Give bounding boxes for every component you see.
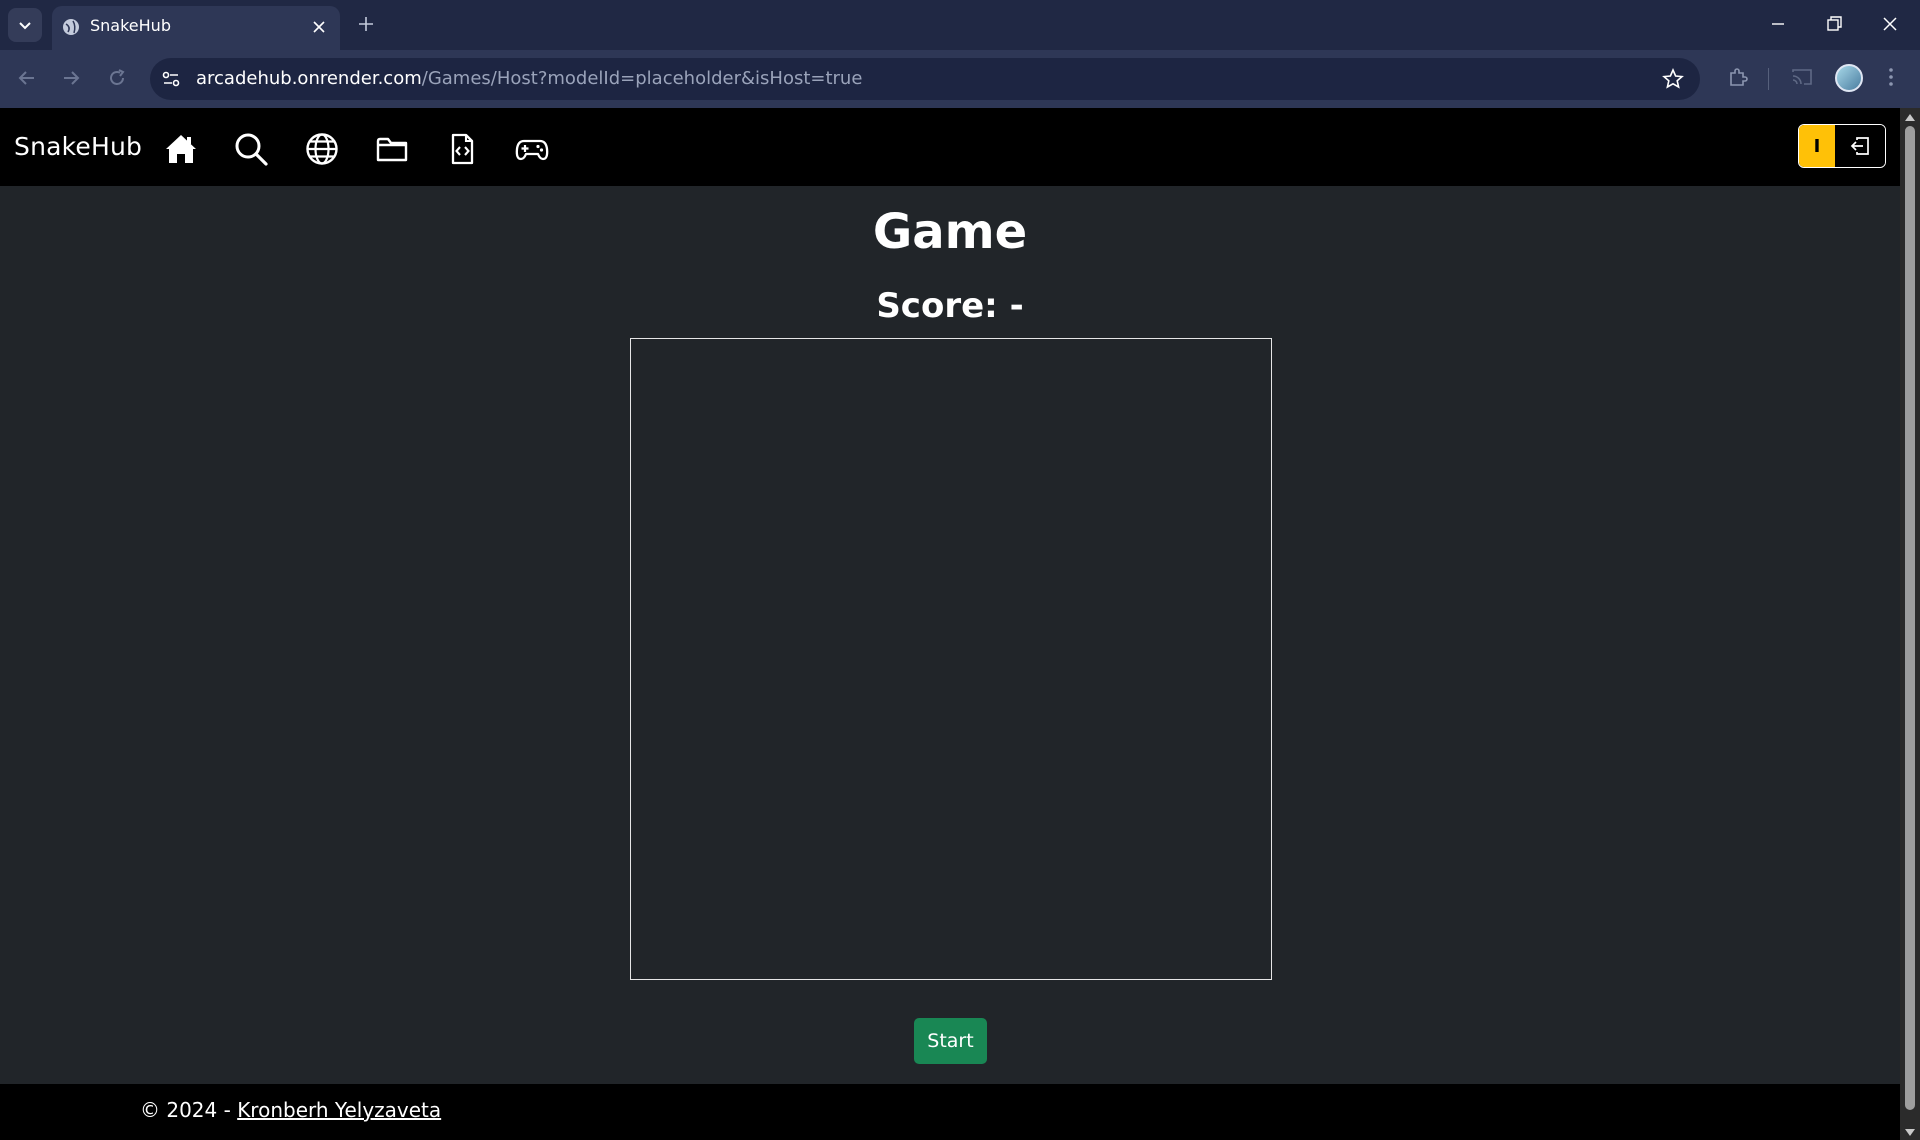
code-file-icon[interactable] bbox=[445, 132, 479, 166]
browser-tab-bar: SnakeHub bbox=[0, 0, 1920, 50]
logout-icon bbox=[1850, 137, 1869, 155]
start-button[interactable]: Start bbox=[914, 1018, 987, 1064]
profile-avatar[interactable] bbox=[1835, 64, 1863, 92]
browser-toolbar: arcadehub.onrender.com/Games/Host?modelI… bbox=[0, 50, 1920, 108]
site-brand[interactable]: SnakeHub bbox=[14, 132, 142, 161]
globe-icon[interactable] bbox=[305, 132, 339, 166]
forward-arrow-icon[interactable] bbox=[60, 67, 82, 89]
scroll-up-arrow-icon[interactable] bbox=[1904, 112, 1916, 122]
gamepad-icon[interactable] bbox=[515, 132, 549, 166]
chevron-down-icon bbox=[19, 22, 31, 30]
game-canvas[interactable] bbox=[630, 338, 1272, 980]
url-text: arcadehub.onrender.com/Games/Host?modelI… bbox=[196, 68, 862, 89]
bookmark-star-icon[interactable] bbox=[1662, 68, 1684, 90]
footer-copyright: © 2024 - Kronberh Yelyzaveta bbox=[140, 1098, 441, 1122]
reload-icon[interactable] bbox=[106, 67, 128, 89]
minimize-icon[interactable] bbox=[1768, 14, 1788, 34]
copyright-text: © 2024 - bbox=[140, 1098, 238, 1122]
user-profile-button[interactable]: I bbox=[1799, 125, 1835, 167]
close-window-icon[interactable] bbox=[1880, 14, 1900, 34]
home-icon[interactable] bbox=[164, 132, 198, 166]
logout-button[interactable] bbox=[1835, 125, 1885, 167]
globe-favicon-icon bbox=[63, 19, 79, 35]
score-display: Score: - bbox=[876, 286, 1024, 326]
cast-icon[interactable] bbox=[1790, 65, 1814, 89]
folder-icon[interactable] bbox=[375, 132, 409, 166]
user-button-group: I bbox=[1798, 124, 1886, 168]
scroll-down-arrow-icon[interactable] bbox=[1904, 1128, 1916, 1138]
restore-icon[interactable] bbox=[1824, 14, 1844, 34]
back-arrow-icon[interactable] bbox=[16, 67, 38, 89]
url-host: arcadehub.onrender.com bbox=[196, 68, 422, 89]
author-link[interactable]: Kronberh Yelyzaveta bbox=[237, 1098, 441, 1122]
browser-tab-active[interactable]: SnakeHub bbox=[52, 6, 340, 50]
page-viewport: SnakeHub I Game Score: - Start © 2024 - … bbox=[0, 108, 1900, 1140]
site-info-icon[interactable] bbox=[160, 68, 182, 90]
tab-title: SnakeHub bbox=[90, 16, 171, 35]
site-navbar: SnakeHub I bbox=[0, 108, 1900, 186]
page-title: Game bbox=[872, 204, 1028, 260]
page-footer: © 2024 - Kronberh Yelyzaveta bbox=[0, 1084, 1900, 1140]
search-icon[interactable] bbox=[234, 132, 268, 166]
new-tab-plus-icon[interactable] bbox=[356, 14, 376, 34]
extensions-puzzle-icon[interactable] bbox=[1726, 65, 1750, 89]
tab-search-button[interactable] bbox=[8, 8, 42, 42]
address-bar[interactable]: arcadehub.onrender.com/Games/Host?modelI… bbox=[150, 58, 1700, 100]
close-icon[interactable] bbox=[312, 20, 326, 34]
scrollbar-thumb[interactable] bbox=[1905, 126, 1915, 1110]
browser-menu-dots-icon[interactable] bbox=[1884, 65, 1898, 89]
page-scrollbar[interactable] bbox=[1900, 108, 1920, 1140]
toolbar-separator bbox=[1768, 68, 1769, 90]
url-path: /Games/Host?modelId=placeholder&isHost=t… bbox=[421, 68, 863, 89]
